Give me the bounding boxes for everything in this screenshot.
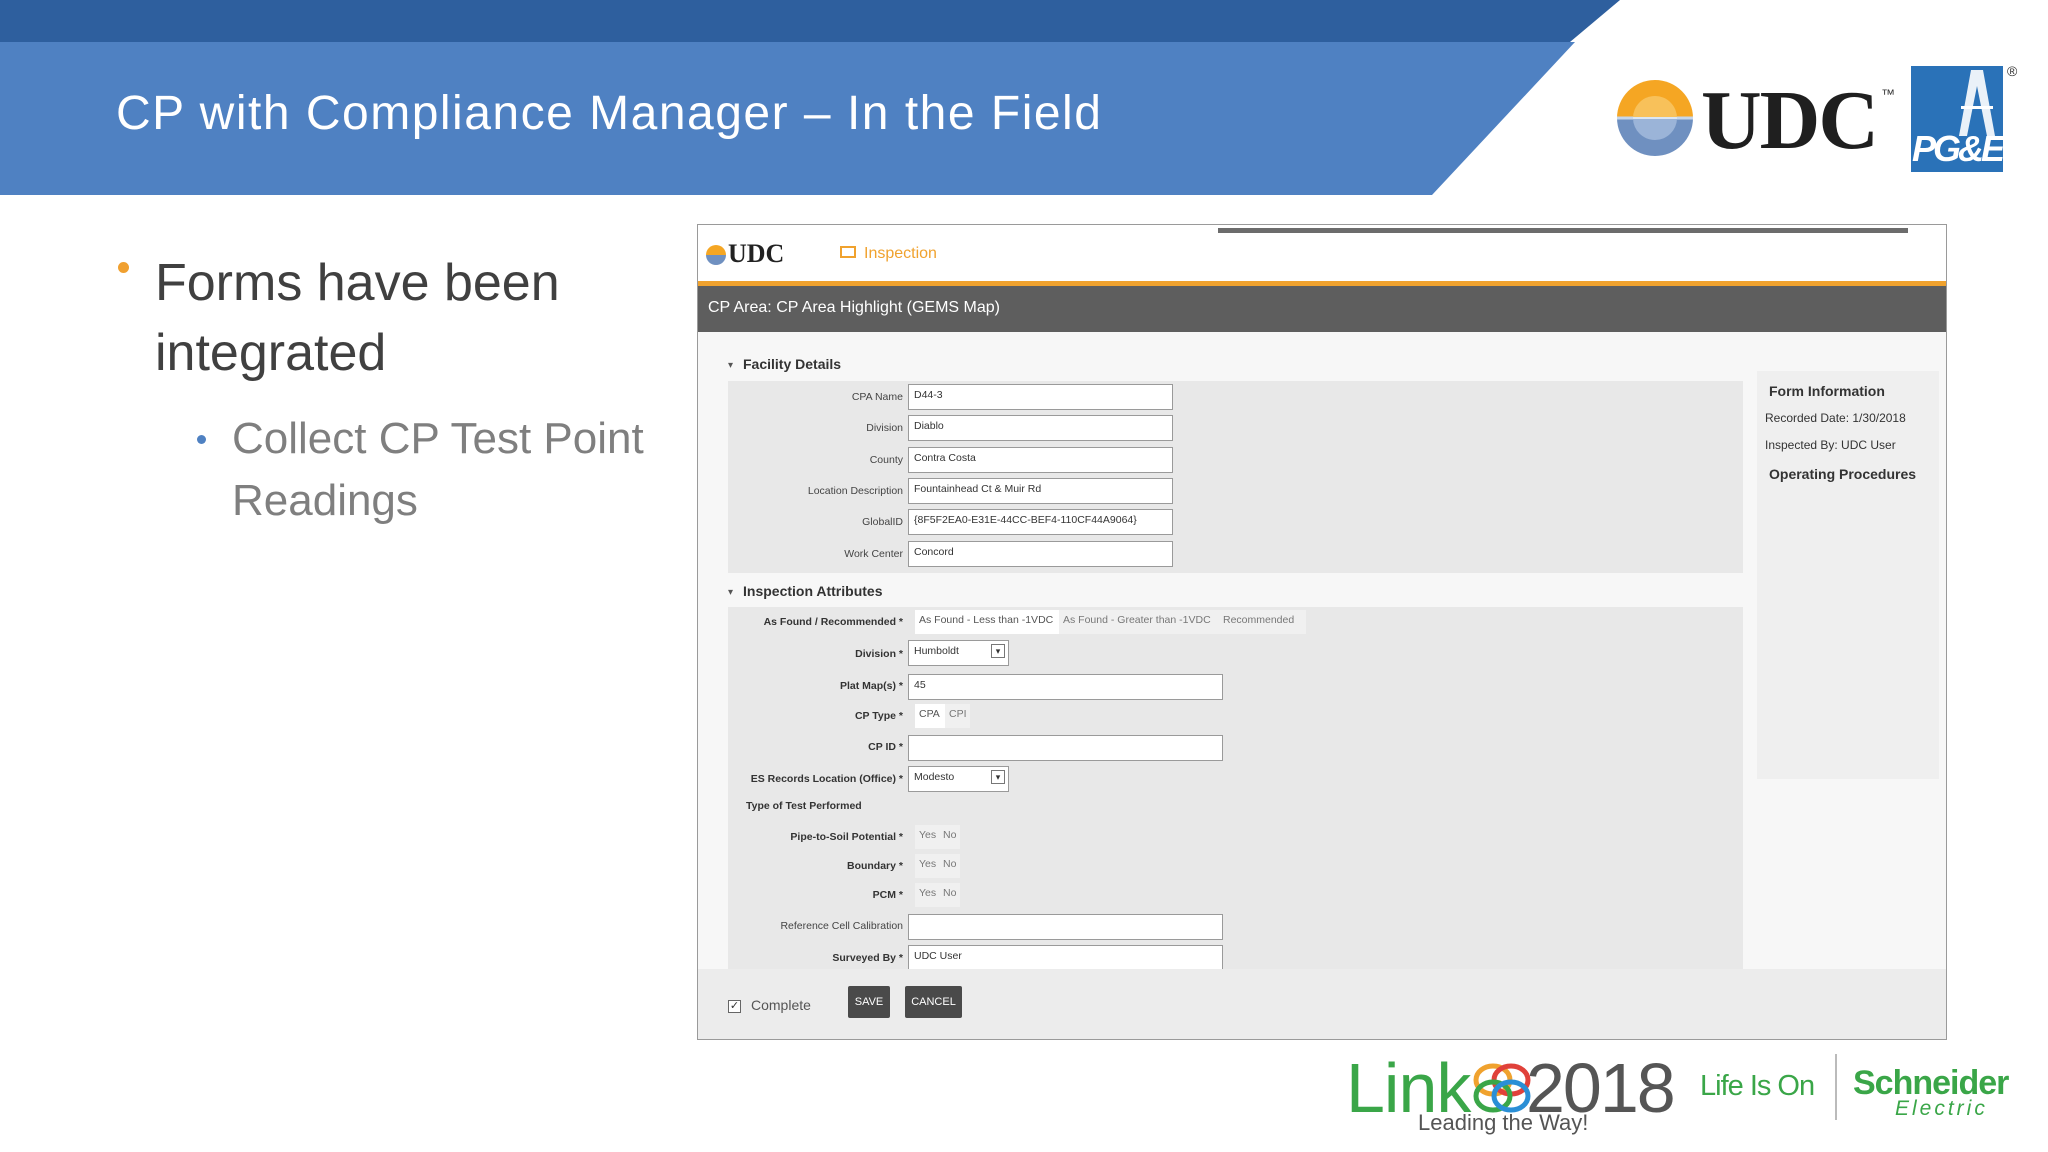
- pipe-to-soil-no[interactable]: No: [939, 825, 960, 849]
- app-window: UDC Inspection CP Area: CP Area Highligh…: [697, 224, 1947, 1040]
- cpa-name-field[interactable]: D44-3: [908, 384, 1173, 410]
- es-records-select[interactable]: Modesto ▾: [908, 766, 1009, 792]
- es-records-select-value: Modesto: [914, 771, 955, 783]
- footer-divider: [1835, 1054, 1837, 1120]
- facility-panel: [728, 381, 1743, 573]
- surveyed-by-field[interactable]: UDC User: [908, 945, 1223, 971]
- field-label: Surveyed By *: [832, 952, 903, 964]
- app-topbar-line: [1218, 228, 1688, 233]
- field-label: Pipe-to-Soil Potential *: [790, 831, 903, 843]
- link-tagline: Leading the Way!: [1418, 1110, 1589, 1135]
- as-found-less-option[interactable]: As Found - Less than -1VDC: [915, 610, 1059, 634]
- field-label: CPA Name: [851, 391, 903, 403]
- bullet-primary: Forms have been integrated: [155, 254, 560, 382]
- field-label: County: [869, 454, 903, 466]
- division-select-value: Humboldt: [914, 645, 959, 657]
- header-top-bar: [0, 0, 1620, 42]
- county-field[interactable]: Contra Costa: [908, 447, 1173, 473]
- inspection-panel: [728, 607, 1743, 969]
- slide-title: CP with Compliance Manager – In the Fiel…: [116, 87, 1103, 140]
- complete-checkbox[interactable]: ✓: [728, 1000, 741, 1013]
- operating-procedures-link[interactable]: Operating Procedures: [1769, 466, 1916, 482]
- cp-type-cpa-option[interactable]: CPA: [915, 704, 945, 728]
- breadcrumb: CP Area: CP Area Highlight (GEMS Map): [708, 299, 1000, 316]
- field-label: As Found / Recommended *: [763, 616, 903, 628]
- electric-wordmark: Electric: [1895, 1097, 1988, 1120]
- work-center-field[interactable]: Concord: [908, 541, 1173, 567]
- link-knot-icon: [1473, 1063, 1531, 1113]
- as-found-greater-option[interactable]: As Found - Greater than -1VDC: [1059, 610, 1219, 634]
- field-label: Division *: [855, 648, 903, 660]
- table-icon: [840, 246, 856, 258]
- cp-id-field[interactable]: [908, 735, 1223, 761]
- bullet-secondary: Collect CP Test Point Readings: [232, 414, 644, 525]
- udc-sun-ring: [1633, 96, 1677, 140]
- cp-type-cpi-option[interactable]: CPI: [945, 704, 970, 728]
- pge-wordmark: PG&E: [1911, 128, 2005, 169]
- field-label: ES Records Location (Office) *: [750, 773, 903, 785]
- section-facility-details[interactable]: Facility Details: [743, 356, 841, 372]
- app-udc-sun-icon: [706, 245, 726, 265]
- section-inspection-attributes[interactable]: Inspection Attributes: [743, 583, 883, 599]
- bullet-dot: [118, 262, 129, 273]
- app-udc-logo: UDC: [728, 239, 785, 268]
- boundary-no[interactable]: No: [939, 854, 960, 878]
- field-label: Location Description: [807, 485, 903, 497]
- recorded-date: Recorded Date: 1/30/2018: [1765, 411, 1906, 425]
- pge-logo: PG&E: [1911, 66, 2005, 172]
- chevron-down-icon: ▾: [991, 770, 1005, 784]
- form-information-heading: Form Information: [1769, 383, 1885, 399]
- plat-map-field[interactable]: 45: [908, 674, 1223, 700]
- form-information-panel: Form Information Recorded Date: 1/30/201…: [1757, 371, 1939, 779]
- field-label: CP Type *: [854, 710, 903, 722]
- field-label: GlobalID: [862, 516, 903, 528]
- save-button[interactable]: SAVE: [848, 986, 890, 1018]
- field-label: Plat Map(s) *: [839, 680, 903, 692]
- life-is-on-logo: Life Is On: [1700, 1070, 1815, 1102]
- division-select[interactable]: Humboldt ▾: [908, 640, 1009, 666]
- boundary-yes[interactable]: Yes: [915, 854, 939, 878]
- collapse-caret-icon[interactable]: ▾: [728, 587, 733, 598]
- chevron-down-icon: ▾: [991, 644, 1005, 658]
- recommended-option[interactable]: Recommended: [1219, 610, 1306, 634]
- field-label: CP ID *: [868, 741, 903, 753]
- tab-inspection[interactable]: Inspection: [864, 245, 937, 263]
- collapse-caret-icon[interactable]: ▾: [728, 360, 733, 371]
- pge-registered: ®: [2007, 63, 2018, 79]
- test-type-heading: Type of Test Performed: [746, 800, 862, 812]
- bullet-dot-sub: [197, 435, 206, 444]
- field-label: Reference Cell Calibration: [780, 920, 903, 932]
- field-label: PCM *: [872, 889, 903, 901]
- app-topbar-line: [1678, 228, 1908, 233]
- field-label: Division: [866, 422, 903, 434]
- division-field[interactable]: Diablo: [908, 415, 1173, 441]
- complete-label: Complete: [751, 997, 811, 1013]
- location-description-field[interactable]: Fountainhead Ct & Muir Rd: [908, 478, 1173, 504]
- udc-trademark: ™: [1881, 86, 1895, 102]
- pcm-no[interactable]: No: [939, 883, 960, 907]
- pipe-to-soil-yes[interactable]: Yes: [915, 825, 939, 849]
- cancel-button[interactable]: CANCEL: [905, 986, 962, 1018]
- breadcrumb-bar: CP Area: CP Area Highlight (GEMS Map): [698, 286, 1946, 332]
- reference-cell-field[interactable]: [908, 914, 1223, 940]
- field-label: Work Center: [844, 548, 903, 560]
- inspected-by: Inspected By: UDC User: [1765, 438, 1896, 452]
- udc-wordmark: UDC: [1701, 74, 1879, 167]
- field-label: Boundary *: [846, 860, 903, 872]
- pcm-yes[interactable]: Yes: [915, 883, 939, 907]
- globalid-field[interactable]: {8F5F2EA0-E31E-44CC-BEF4-110CF44A9064}: [908, 509, 1173, 535]
